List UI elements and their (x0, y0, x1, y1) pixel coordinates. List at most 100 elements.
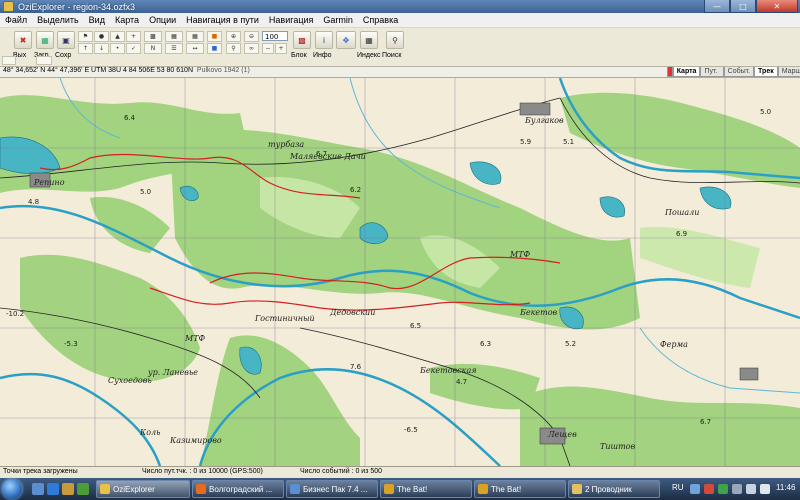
track-icon[interactable]: ● (94, 31, 109, 42)
tab-map[interactable]: Карта (672, 67, 701, 77)
ie-icon[interactable] (47, 483, 59, 495)
close-button[interactable]: ✕ (756, 0, 798, 13)
menu-navigation[interactable]: Навигация (264, 15, 318, 25)
map-label-place: турбаза (268, 140, 305, 149)
waypoint-count-text: Число пут.тчк. : 0 из 10000 (GPS:500) (142, 468, 263, 475)
scale-icon[interactable]: ↔ (186, 43, 204, 54)
volume-icon[interactable] (746, 484, 756, 494)
taskbar-button-label: OziExplorer (113, 484, 155, 494)
route-icon[interactable]: ▲ (110, 31, 125, 42)
topographic-map (0, 78, 800, 466)
event-count-text: Число событий : 0 из 500 (300, 468, 383, 475)
map-label-value: 6.5 (410, 322, 422, 330)
wpt-send-icon[interactable]: ↑ (78, 43, 93, 54)
maximize-button[interactable]: □ (730, 0, 756, 13)
zoom-out-icon[interactable]: ⊖ (244, 31, 259, 42)
taskbar-button-explorer[interactable]: 2 Проводник (568, 480, 660, 498)
taskbar-button-thebat-2[interactable]: The Bat! (474, 480, 566, 498)
language-indicator[interactable]: RU (672, 483, 684, 492)
map-label-value: -6.5 (404, 426, 418, 434)
load-map-icon[interactable]: ▦ (36, 31, 54, 49)
search-icon[interactable]: ⚲ (386, 31, 404, 49)
tab-tracks[interactable]: Трек (754, 67, 778, 77)
map-label-place: Ферма (660, 340, 688, 349)
waypoint-icon[interactable]: ⚑ (78, 31, 93, 42)
menu-garmin[interactable]: Garmin (318, 15, 358, 25)
map-label-value: -5.3 (64, 340, 78, 348)
map-label-place: Пошали (665, 208, 700, 217)
zoom-step-down-icon[interactable]: − (262, 43, 274, 54)
map-label-value: 4.7 (456, 378, 468, 386)
tab-events[interactable]: Событ. (723, 67, 755, 77)
taskbar-button-thebat-1[interactable]: The Bat! (380, 480, 472, 498)
network-icon[interactable] (718, 484, 728, 494)
measure-icon[interactable]: ∞ (244, 43, 259, 54)
map-label-value: 5.1 (563, 138, 575, 146)
menu-options[interactable]: Опции (144, 15, 181, 25)
system-tray: RU 11:46 (670, 478, 800, 500)
zoom-in-icon[interactable]: ⊕ (226, 31, 241, 42)
explorer-icon[interactable] (62, 483, 74, 495)
index-icon[interactable]: ▦ (360, 31, 378, 49)
help-icon[interactable] (690, 484, 700, 494)
find-icon[interactable]: ⚲ (226, 43, 241, 54)
taskbar-button-business-pack[interactable]: Бизнес Пак 7.4 ... (286, 480, 378, 498)
antivirus-icon[interactable] (704, 484, 714, 494)
zoom-preset-1-button[interactable] (2, 56, 16, 65)
map-label-value: 6.7 (700, 418, 712, 426)
grid-icon[interactable]: ▦ (186, 31, 204, 42)
exit-icon[interactable]: ✖ (14, 31, 32, 49)
new-map-icon[interactable]: N (144, 43, 162, 54)
tab-waypoints[interactable]: Пут. тчк (700, 67, 724, 84)
menu-select[interactable]: Выделить (32, 15, 84, 25)
taskbar-button-label: The Bat! (491, 484, 522, 494)
map-label-place: Маляевские Дачи (290, 152, 366, 161)
tab-routes[interactable]: Маршр (777, 67, 800, 77)
firefox-icon (196, 484, 206, 494)
coordinate-strip: 48° 34,652' N 44° 47,396' E UTM 38U 4 84… (0, 67, 800, 84)
trade-icon[interactable]: + (126, 31, 141, 42)
map-label-value: -10.2 (6, 310, 25, 318)
zoom-step-up-icon[interactable]: + (275, 43, 287, 54)
taskbar-button-label: Бизнес Пак 7.4 ... (303, 484, 368, 494)
save-icon[interactable]: ▣ (57, 31, 75, 49)
clock[interactable]: 11:46 (776, 483, 795, 492)
marker-icon[interactable]: ✓ (126, 43, 141, 54)
tray-app-icon[interactable] (732, 484, 742, 494)
menu-moving-map[interactable]: Навигация в пути (181, 15, 264, 25)
taskbar-button-label: 2 Проводник (585, 484, 632, 494)
color-map-icon[interactable]: ■ (207, 31, 222, 42)
map-label-place: Тиштов (600, 442, 636, 451)
points-icon[interactable]: • (110, 43, 125, 54)
media-icon[interactable] (77, 483, 89, 495)
taskbar-button-oziexplorer[interactable]: OziExplorer (96, 480, 190, 498)
map-label-value: 6.7 (316, 150, 328, 158)
flag-icon[interactable] (760, 484, 770, 494)
info-icon[interactable]: i (315, 31, 333, 49)
menu-view[interactable]: Вид (84, 15, 110, 25)
map-label-value: 6.3 (480, 340, 492, 348)
map-label-place: Гостиничный (255, 314, 315, 323)
menu-file[interactable]: Файл (0, 15, 32, 25)
map-label-value: 6.9 (676, 230, 688, 238)
show-desktop-icon[interactable] (32, 483, 44, 495)
map-label-place: Дедовский (330, 308, 376, 317)
search-label: Поиск (382, 52, 402, 59)
start-button[interactable] (2, 479, 22, 499)
map-label-value: 5.2 (565, 340, 577, 348)
taskbar-button-firefox[interactable]: Волгоградский ... (192, 480, 284, 498)
bat-icon (384, 484, 394, 494)
menu-map[interactable]: Карта (110, 15, 144, 25)
minimize-button[interactable]: — (704, 0, 730, 13)
block-icon[interactable]: ▩ (293, 31, 311, 49)
zoom-level-select[interactable]: 100 (262, 31, 288, 41)
move-arrows-icon[interactable]: ✥ (336, 31, 356, 49)
zoom-preset-2-button[interactable] (36, 56, 52, 65)
map-canvas[interactable]: Репино Маляевские Дачи турбаза Булгаков … (0, 78, 800, 466)
menu-help[interactable]: Справка (358, 15, 403, 25)
map-view-icon[interactable]: ▩ (144, 31, 162, 42)
route-send-icon[interactable]: ↓ (94, 43, 109, 54)
palette-icon[interactable]: ■ (207, 43, 222, 54)
map-sheet-icon[interactable]: ▦ (165, 31, 183, 42)
map-list-icon[interactable]: ☰ (165, 43, 183, 54)
